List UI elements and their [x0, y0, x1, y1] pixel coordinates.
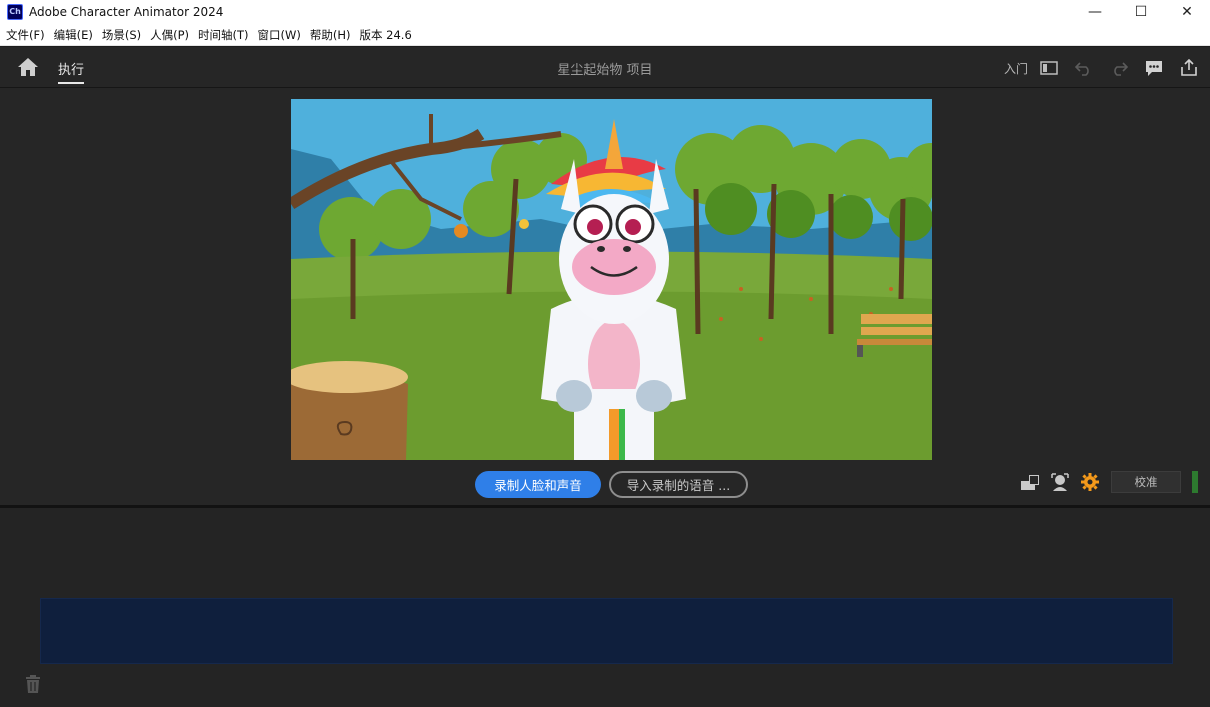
header-right-tools: 入门	[1004, 56, 1200, 80]
import-voice-button[interactable]: 导入录制的语音 ...	[609, 471, 748, 498]
scene-preview[interactable]	[291, 99, 932, 460]
trash-icon[interactable]	[24, 674, 42, 694]
face-track-icon[interactable]	[1049, 471, 1071, 493]
panel-toggle-icon[interactable]	[1038, 57, 1060, 79]
learn-link[interactable]: 入门	[1004, 60, 1028, 77]
feedback-icon[interactable]	[1143, 57, 1165, 79]
record-face-voice-button[interactable]: 录制人脸和声音	[475, 471, 601, 498]
calibrate-button[interactable]: 校准	[1111, 471, 1181, 493]
stage-panel: 录制人脸和声音 导入录制的语音 ... 校准	[0, 88, 1210, 505]
home-icon[interactable]	[17, 57, 39, 77]
tab-perform[interactable]: 执行	[58, 59, 85, 84]
settings-gear-icon[interactable]	[1079, 471, 1101, 493]
maximize-button[interactable]: ☐	[1118, 0, 1164, 24]
camera-input-icon[interactable]	[1019, 471, 1041, 493]
timeline-track[interactable]	[40, 598, 1173, 664]
menu-edit[interactable]: 编辑(E)	[52, 27, 100, 43]
title-bar: Ch Adobe Character Animator 2024 — ☐ ✕	[0, 0, 1210, 24]
stage-tools: 校准	[1019, 470, 1198, 494]
window-title: Adobe Character Animator 2024	[29, 5, 224, 19]
menu-scene[interactable]: 场景(S)	[100, 27, 148, 43]
menu-bar: 文件(F) 编辑(E) 场景(S) 人偶(P) 时间轴(T) 窗口(W) 帮助(…	[0, 24, 1210, 46]
close-button[interactable]: ✕	[1164, 0, 1210, 24]
menu-version[interactable]: 版本 24.6	[358, 27, 419, 43]
share-icon[interactable]	[1178, 57, 1200, 79]
menu-help[interactable]: 帮助(H)	[308, 27, 358, 43]
redo-icon[interactable]	[1108, 57, 1130, 79]
minimize-button[interactable]: —	[1072, 0, 1118, 24]
menu-file[interactable]: 文件(F)	[4, 27, 52, 43]
timeline-panel	[0, 508, 1210, 707]
window-controls: — ☐ ✕	[1072, 0, 1210, 24]
menu-timeline[interactable]: 时间轴(T)	[196, 27, 256, 43]
app-logo-icon: Ch	[7, 4, 23, 20]
audio-level-meter	[1192, 471, 1198, 493]
menu-puppet[interactable]: 人偶(P)	[148, 27, 196, 43]
menu-window[interactable]: 窗口(W)	[256, 27, 308, 43]
header-toolbar: 执行 星尘起始物 项目 入门	[0, 47, 1210, 88]
undo-icon[interactable]	[1073, 57, 1095, 79]
